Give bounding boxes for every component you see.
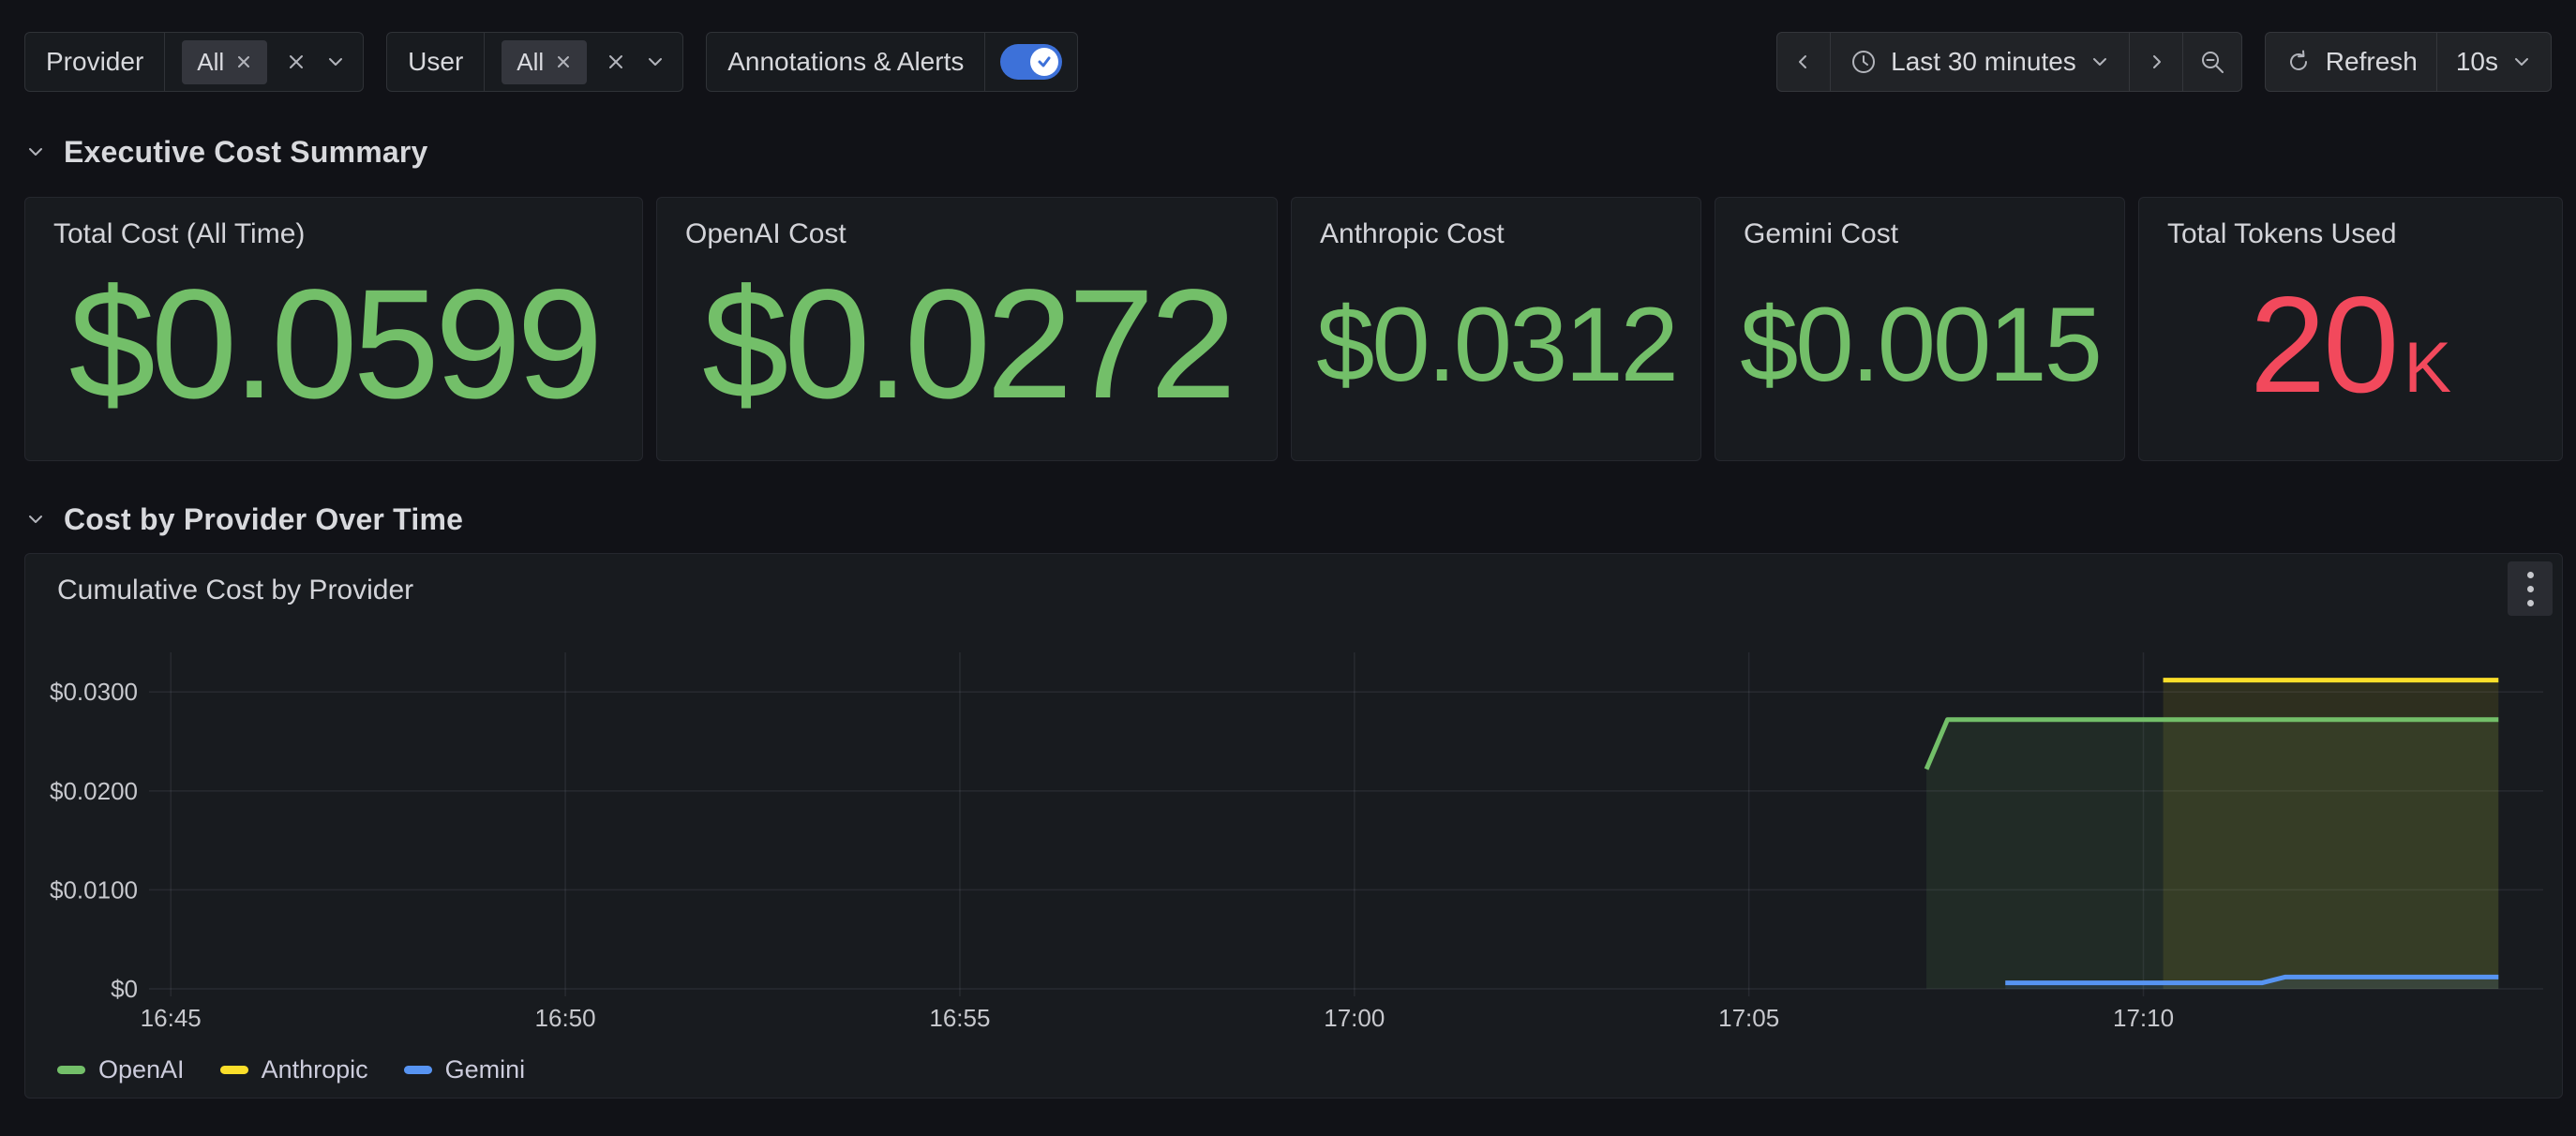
stat-panel-total-tokens: Total Tokens Used 20K xyxy=(2138,197,2563,461)
stat-panel-row: Total Cost (All Time) $0.0599 OpenAI Cos… xyxy=(24,197,2563,461)
timeseries-chart[interactable]: $0 $0.0100 $0.0200 $0.0300 16:45 16:50 16:55 17… xyxy=(25,554,2564,1099)
time-range-picker[interactable]: Last 30 minutes xyxy=(1830,33,2129,91)
time-controls: Last 30 minutes xyxy=(1776,32,2552,92)
legend-item-gemini[interactable]: Gemini xyxy=(404,1055,526,1084)
chart-legend: OpenAI Anthropic Gemini xyxy=(57,1055,525,1084)
time-range-group: Last 30 minutes xyxy=(1776,32,2242,92)
refresh-interval-picker[interactable]: 10s xyxy=(2436,33,2551,91)
refresh-icon xyxy=(2284,48,2313,76)
row-header-executive-cost-summary[interactable]: Executive Cost Summary xyxy=(24,131,428,172)
zoom-out-icon xyxy=(2198,48,2226,76)
legend-label: OpenAI xyxy=(98,1055,185,1084)
chip-remove-icon[interactable] xyxy=(555,53,572,70)
filter-chip-all[interactable]: All xyxy=(502,40,587,84)
annotations-label: Annotations & Alerts xyxy=(707,47,984,77)
svg-text:$0.0300: $0.0300 xyxy=(50,678,138,706)
stat-value-suffix: K xyxy=(2404,333,2451,404)
svg-text:17:05: 17:05 xyxy=(1718,1004,1779,1032)
svg-text:17:00: 17:00 xyxy=(1324,1004,1385,1032)
refresh-group: Refresh 10s xyxy=(2265,32,2552,92)
variable-controls: Provider All xyxy=(24,32,1078,92)
chevron-down-icon[interactable] xyxy=(325,52,346,72)
clear-filter-icon[interactable] xyxy=(606,52,626,72)
row-title: Executive Cost Summary xyxy=(64,135,428,170)
filter-user-label: User xyxy=(387,47,484,77)
chevron-right-icon xyxy=(2145,51,2167,73)
chevron-down-icon xyxy=(2089,52,2110,72)
filter-chip-all[interactable]: All xyxy=(182,40,267,84)
stat-panel-anthropic-cost: Anthropic Cost $0.0312 xyxy=(1291,197,1701,461)
legend-item-anthropic[interactable]: Anthropic xyxy=(220,1055,368,1084)
filter-chip-label: All xyxy=(197,48,224,77)
chevron-down-icon xyxy=(24,141,47,163)
filter-provider-label: Provider xyxy=(25,47,164,77)
filter-provider: Provider All xyxy=(24,32,364,92)
stat-panel-openai-cost: OpenAI Cost $0.0272 xyxy=(656,197,1278,461)
grafana-dashboard: Provider All xyxy=(0,0,2576,1136)
annotations-control: Annotations & Alerts xyxy=(706,32,1078,92)
legend-color-swatch xyxy=(220,1066,248,1074)
stat-value: $0.0312 xyxy=(1316,292,1676,397)
filter-user-value[interactable]: All xyxy=(485,40,682,84)
chevron-down-icon xyxy=(2511,52,2532,72)
toggle-track[interactable] xyxy=(1000,44,1062,80)
filter-provider-value[interactable]: All xyxy=(165,40,363,84)
time-shift-back-button[interactable] xyxy=(1777,33,1830,91)
annotations-toggle[interactable] xyxy=(985,44,1077,80)
svg-text:$0.0200: $0.0200 xyxy=(50,777,138,805)
timeseries-panel-cumulative-cost: Cumulative Cost by Provider $0$0.0100$0.… xyxy=(24,553,2563,1099)
svg-text:16:45: 16:45 xyxy=(141,1004,202,1032)
svg-text:16:50: 16:50 xyxy=(535,1004,596,1032)
row-title: Cost by Provider Over Time xyxy=(64,502,463,537)
check-icon xyxy=(1035,52,1054,71)
filter-user: User All xyxy=(386,32,683,92)
dashboard-toolbar: Provider All xyxy=(24,32,2552,92)
stat-value: $0.0599 xyxy=(68,267,598,423)
chevron-left-icon xyxy=(1792,51,1815,73)
refresh-button[interactable]: Refresh xyxy=(2266,33,2436,91)
clock-icon xyxy=(1850,48,1878,76)
legend-label: Anthropic xyxy=(262,1055,368,1084)
stat-value: $0.0272 xyxy=(702,267,1232,423)
chevron-down-icon xyxy=(24,508,47,531)
legend-color-swatch xyxy=(404,1066,432,1074)
time-shift-forward-button[interactable] xyxy=(2129,33,2182,91)
chip-remove-icon[interactable] xyxy=(235,53,252,70)
clear-filter-icon[interactable] xyxy=(286,52,307,72)
stat-panel-gemini-cost: Gemini Cost $0.0015 xyxy=(1715,197,2125,461)
svg-text:16:55: 16:55 xyxy=(929,1004,990,1032)
stat-value: $0.0015 xyxy=(1740,292,2100,397)
stat-panel-total-cost: Total Cost (All Time) $0.0599 xyxy=(24,197,643,461)
toggle-knob xyxy=(1030,48,1058,76)
legend-item-openai[interactable]: OpenAI xyxy=(57,1055,185,1084)
zoom-out-button[interactable] xyxy=(2182,33,2241,91)
refresh-label: Refresh xyxy=(2326,47,2418,77)
svg-text:$0.0100: $0.0100 xyxy=(50,875,138,904)
filter-chip-label: All xyxy=(517,48,544,77)
refresh-interval-label: 10s xyxy=(2456,47,2498,77)
stat-value: 20K xyxy=(2250,277,2451,413)
chevron-down-icon[interactable] xyxy=(645,52,666,72)
legend-label: Gemini xyxy=(445,1055,526,1084)
legend-color-swatch xyxy=(57,1066,85,1074)
row-header-cost-by-provider[interactable]: Cost by Provider Over Time xyxy=(24,499,463,540)
svg-text:$0: $0 xyxy=(111,975,138,1003)
time-range-label: Last 30 minutes xyxy=(1891,47,2076,77)
svg-text:17:10: 17:10 xyxy=(2113,1004,2174,1032)
